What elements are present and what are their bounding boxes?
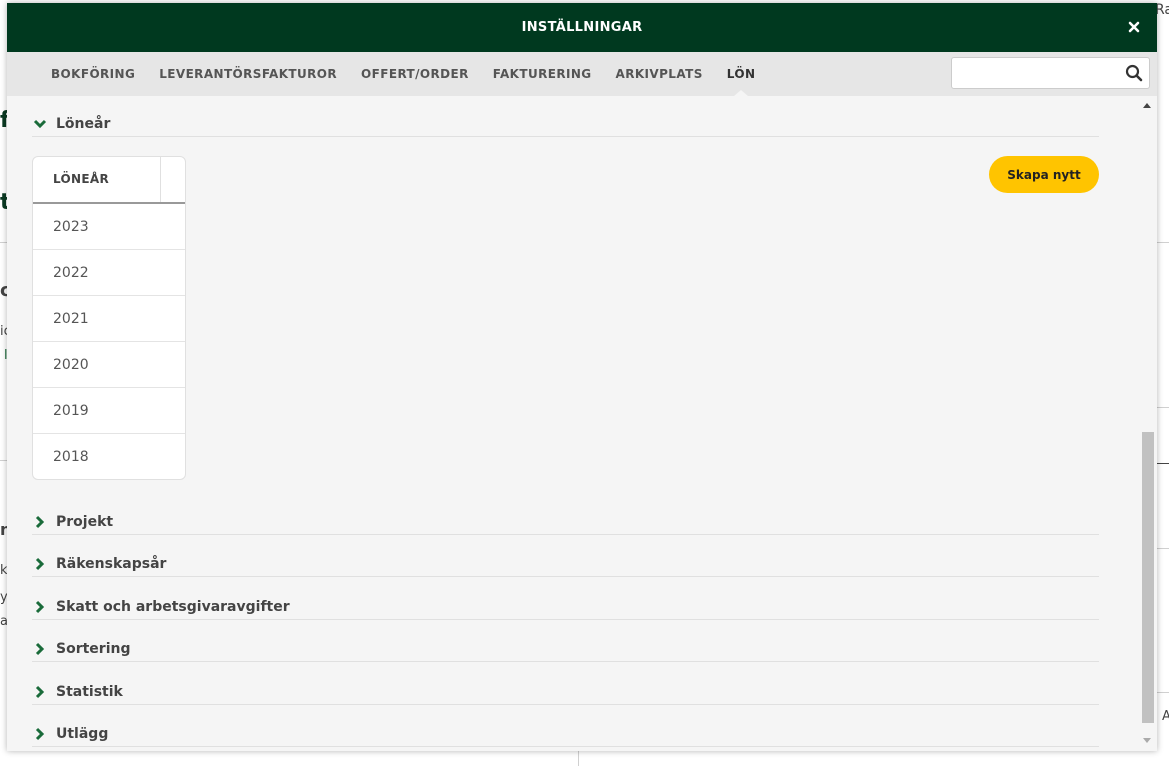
table-row[interactable]: 2020 xyxy=(33,342,185,388)
section-utlagg-header[interactable]: Utlägg xyxy=(32,721,1099,747)
create-new-button[interactable]: Skapa nytt xyxy=(989,156,1099,193)
section-label: Utlägg xyxy=(56,726,109,742)
section-lonear: Löneår xyxy=(32,111,1099,137)
search-input[interactable] xyxy=(952,59,1121,87)
table-header-row: LÖNEÅR xyxy=(33,157,185,204)
section-rakenskapsar-header[interactable]: Räkenskapsår xyxy=(32,551,1099,577)
search-box xyxy=(951,57,1150,89)
search-button[interactable] xyxy=(1121,60,1147,86)
section-label: Löneår xyxy=(56,116,111,132)
tab-arkivplats[interactable]: ARKIVPLATS xyxy=(604,52,715,96)
chevron-right-icon xyxy=(32,556,48,572)
background-divider xyxy=(1157,242,1169,243)
modal-header: INSTÄLLNINGAR xyxy=(7,3,1157,52)
tab-bokforing[interactable]: BOKFÖRING xyxy=(39,52,147,96)
tab-lon[interactable]: LÖN xyxy=(715,52,768,96)
column-header-lonear[interactable]: LÖNEÅR xyxy=(33,157,161,202)
table-row[interactable]: 2023 xyxy=(33,204,185,250)
section-label: Projekt xyxy=(56,513,114,530)
tab-fakturering[interactable]: FAKTURERING xyxy=(481,52,604,96)
chevron-right-icon xyxy=(32,514,48,530)
section-statistik: Statistik xyxy=(32,678,1099,705)
lonear-table: LÖNEÅR 2023 2022 2021 2020 2019 2018 xyxy=(32,156,186,480)
section-sortering: Sortering xyxy=(32,636,1099,662)
settings-modal: INSTÄLLNINGAR BOKFÖRING LEVERANTÖRSFAKTU… xyxy=(7,3,1157,751)
section-sortering-header[interactable]: Sortering xyxy=(32,636,1099,662)
section-projekt-header[interactable]: Projekt xyxy=(32,508,1099,535)
table-row[interactable]: 2021 xyxy=(33,296,185,342)
close-icon xyxy=(1128,21,1140,33)
background-divider xyxy=(1157,407,1169,408)
content-scrollbar[interactable] xyxy=(1138,96,1157,751)
chevron-right-icon xyxy=(32,684,48,700)
chevron-right-icon xyxy=(32,599,48,615)
tab-leverantorsfakturor[interactable]: LEVERANTÖRSFAKTUROR xyxy=(147,52,349,96)
scroll-down-arrow-icon[interactable] xyxy=(1143,738,1151,743)
section-projekt: Projekt xyxy=(32,508,1099,535)
table-row[interactable]: 2019 xyxy=(33,388,185,434)
scroll-up-arrow-icon[interactable] xyxy=(1143,103,1151,108)
background-text-fragment: A xyxy=(1162,709,1169,724)
section-utlagg: Utlägg xyxy=(32,721,1099,747)
background-divider xyxy=(578,751,579,766)
background-divider xyxy=(0,242,7,243)
settings-content: Löneår LÖNEÅR 2023 2022 2021 2020 2019 2… xyxy=(7,96,1138,751)
table-row[interactable]: 2022 xyxy=(33,250,185,296)
section-skatt: Skatt och arbetsgivaravgifter xyxy=(32,593,1099,620)
section-lonear-header[interactable]: Löneår xyxy=(32,111,1099,137)
column-header-empty xyxy=(161,157,185,202)
background-divider xyxy=(1157,548,1169,549)
chevron-right-icon xyxy=(32,641,48,657)
background-divider xyxy=(1157,692,1169,693)
close-button[interactable] xyxy=(1126,19,1142,35)
background-text-fragment: Ra xyxy=(1155,2,1169,18)
section-label: Räkenskapsår xyxy=(56,556,167,572)
section-skatt-header[interactable]: Skatt och arbetsgivaravgifter xyxy=(32,593,1099,620)
table-row[interactable]: 2018 xyxy=(33,434,185,479)
section-statistik-header[interactable]: Statistik xyxy=(32,678,1099,705)
background-divider xyxy=(0,460,7,461)
modal-title: INSTÄLLNINGAR xyxy=(521,20,643,35)
scrollbar-thumb[interactable] xyxy=(1142,432,1154,723)
background-divider xyxy=(1157,463,1169,464)
chevron-down-icon xyxy=(32,116,48,132)
section-label: Statistik xyxy=(56,683,123,700)
chevron-right-icon xyxy=(32,726,48,742)
search-icon xyxy=(1125,64,1143,82)
tab-offert-order[interactable]: OFFERT/ORDER xyxy=(349,52,481,96)
section-label: Skatt och arbetsgivaravgifter xyxy=(56,598,290,615)
section-rakenskapsar: Räkenskapsår xyxy=(32,551,1099,577)
settings-nav: BOKFÖRING LEVERANTÖRSFAKTUROR OFFERT/ORD… xyxy=(7,52,1157,96)
section-label: Sortering xyxy=(56,641,131,657)
